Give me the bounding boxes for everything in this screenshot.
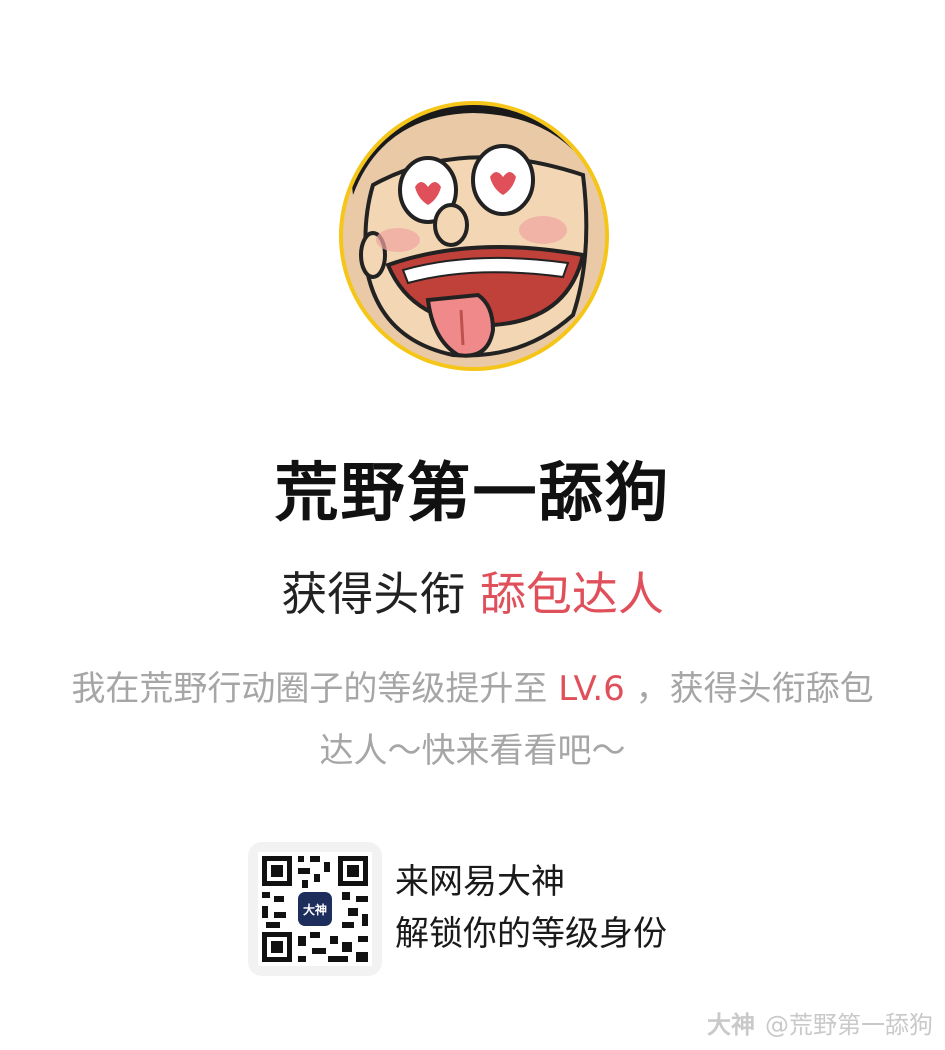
- watermark-handle: @荒野第一舔狗: [765, 1011, 933, 1039]
- promo-line-1: 来网易大神: [395, 862, 565, 902]
- title-name: 舔包达人: [479, 567, 664, 621]
- avatar[interactable]: [339, 101, 609, 371]
- title-line: 获得头衔 舔包达人: [0, 558, 945, 624]
- share-card: 荒野第一舔狗 获得头衔 舔包达人 我在荒野行动圈子的等级提升至 LV.6 ，获得…: [0, 0, 945, 1050]
- qr-badge-label: 大神: [303, 902, 327, 917]
- nickname: 荒野第一舔狗: [274, 457, 671, 531]
- level-badge: LV.6: [558, 669, 625, 709]
- watermark-brand: 大神: [707, 1011, 755, 1039]
- avatar-image: [343, 105, 605, 367]
- watermark: 大神 @荒野第一舔狗: [707, 1005, 933, 1040]
- level-description: 我在荒野行动圈子的等级提升至 LV.6 ，获得头衔舔包达人～快来看看吧～: [60, 658, 885, 782]
- promo-line-2: 解锁你的等级身份: [395, 914, 667, 954]
- qr-code-icon: 大神: [258, 852, 372, 966]
- promo-text: 来网易大神 解锁你的等级身份: [395, 856, 667, 960]
- cartoon-face-icon: [343, 105, 605, 367]
- qr-code[interactable]: 大神: [248, 842, 382, 976]
- title-prefix: 获得头衔: [281, 567, 466, 621]
- description-part1: 我在荒野行动圈子的等级提升至: [71, 669, 548, 709]
